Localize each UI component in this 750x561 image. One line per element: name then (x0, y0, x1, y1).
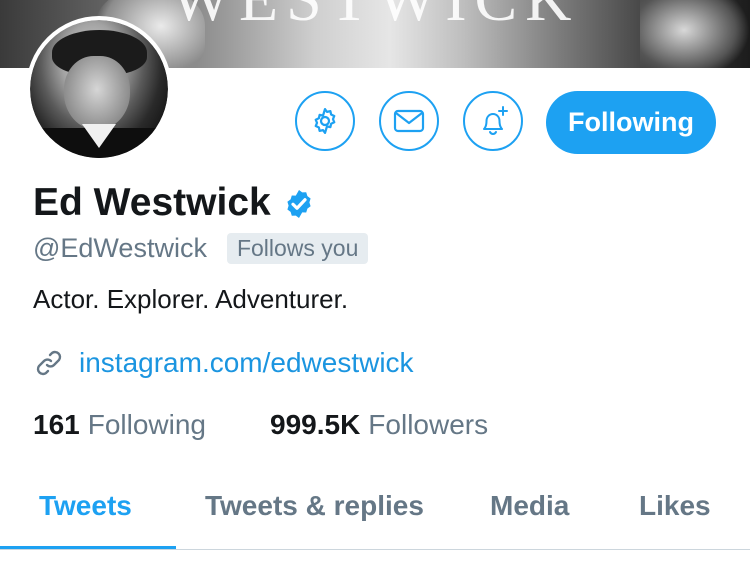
following-stat[interactable]: 161 Following (33, 409, 206, 441)
following-count: 161 (33, 409, 80, 440)
tab-media[interactable]: Media (490, 490, 569, 522)
verified-badge-icon (287, 190, 311, 218)
tab-tweets[interactable]: Tweets (39, 490, 132, 522)
notifications-button[interactable] (463, 91, 523, 151)
profile-name-row: Ed Westwick (33, 181, 315, 225)
following-button[interactable]: Following (546, 91, 716, 154)
avatar-photo (30, 20, 168, 158)
followers-stat[interactable]: 999.5K Followers (270, 409, 488, 441)
website-row: instagram.com/edwestwick (33, 347, 414, 379)
tabs-divider (0, 549, 750, 550)
website-link[interactable]: instagram.com/edwestwick (79, 347, 414, 379)
handle-row: @EdWestwick Follows you (33, 233, 369, 264)
avatar[interactable] (26, 16, 172, 162)
profile-name: Ed Westwick (33, 181, 271, 224)
following-label: Following (87, 409, 206, 440)
follows-you-badge: Follows you (226, 233, 369, 264)
profile-bio: Actor. Explorer. Adventurer. (33, 284, 349, 314)
tab-likes[interactable]: Likes (639, 490, 711, 522)
link-icon (36, 350, 62, 376)
profile-stats: 161 Following 999.5K Followers (33, 409, 488, 441)
envelope-icon (393, 109, 425, 133)
settings-button[interactable] (295, 91, 355, 151)
bell-plus-icon (483, 106, 508, 135)
gear-icon (314, 108, 336, 134)
followers-label: Followers (368, 409, 489, 440)
tab-tweets-replies[interactable]: Tweets & replies (205, 490, 424, 522)
profile-tabs: Tweets Tweets & replies Media Likes (0, 470, 750, 550)
followers-count: 999.5K (270, 409, 361, 440)
message-button[interactable] (379, 91, 439, 151)
profile-handle: @EdWestwick (33, 233, 207, 263)
